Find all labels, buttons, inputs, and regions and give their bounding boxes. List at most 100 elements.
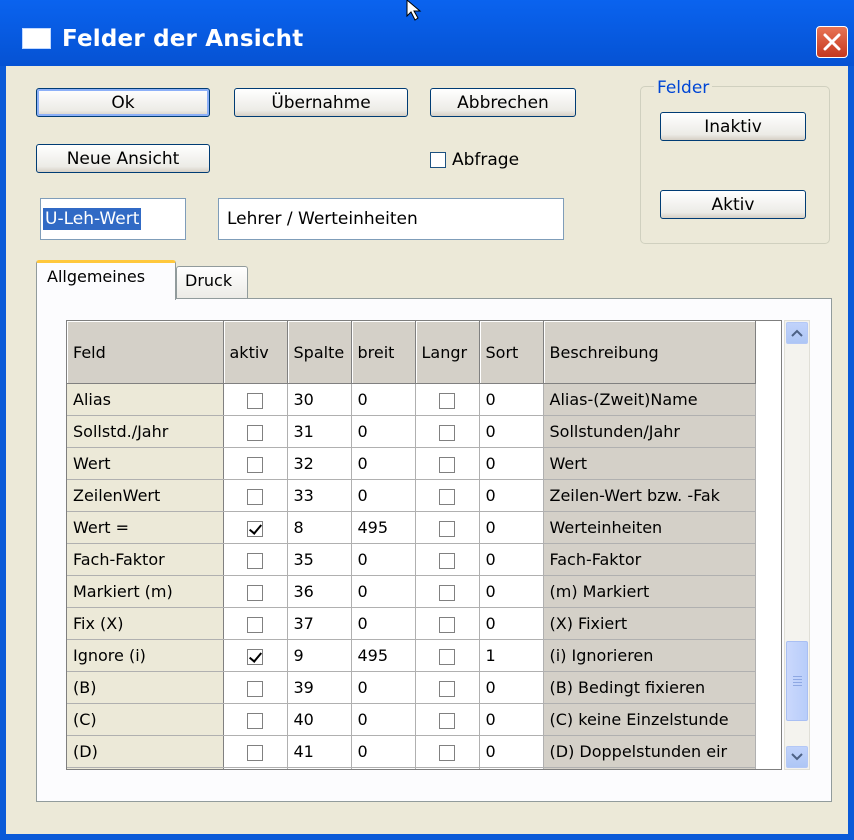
table-row[interactable]: (D) 41 0 0 (D) Doppelstunden eir	[67, 735, 756, 768]
cell-feld[interactable]: Ignore (i)	[67, 639, 224, 672]
cell-spalte[interactable]: 33	[287, 479, 352, 512]
lang-checkbox[interactable]	[439, 712, 455, 729]
cell-breit[interactable]: 0	[351, 607, 416, 640]
view-long-name-input[interactable]: Lehrer / Werteinheiten	[218, 198, 564, 240]
cell-sort[interactable]: 0	[479, 447, 544, 480]
cell-sort[interactable]: 0	[479, 607, 544, 640]
cell-feld[interactable]: (C)	[67, 703, 224, 736]
cell-feld[interactable]: Markiert (m)	[67, 575, 224, 608]
lang-checkbox[interactable]	[439, 552, 455, 569]
close-button[interactable]	[816, 26, 848, 58]
cell-spalte[interactable]: 8	[287, 511, 352, 544]
active-button[interactable]: Aktiv	[660, 190, 806, 219]
cell-breit[interactable]: 495	[351, 639, 416, 672]
cell-breit[interactable]: 495	[351, 511, 416, 544]
table-row[interactable]: (C) 40 0 0 (C) keine Einzelstunde	[67, 703, 756, 736]
aktiv-checkbox[interactable]	[247, 584, 263, 601]
scroll-up-button[interactable]	[786, 322, 808, 344]
cell-breit[interactable]: 0	[351, 767, 416, 769]
lang-checkbox[interactable]	[439, 424, 455, 441]
cell-sort[interactable]: 0	[479, 575, 544, 608]
cell-spalte[interactable]: 32	[287, 447, 352, 480]
column-header-lang[interactable]: Langr	[415, 321, 480, 384]
column-header-sort[interactable]: Sort	[479, 321, 544, 384]
lang-checkbox[interactable]	[439, 744, 455, 761]
cell-breit[interactable]: 0	[351, 447, 416, 480]
cell-spalte[interactable]: 42	[287, 767, 352, 769]
cell-sort[interactable]: 0	[479, 479, 544, 512]
lang-checkbox[interactable]	[439, 488, 455, 505]
vertical-scrollbar[interactable]	[784, 320, 810, 770]
aktiv-checkbox[interactable]	[247, 744, 263, 761]
cell-spalte[interactable]: 30	[287, 383, 352, 416]
cell-sort[interactable]: 0	[479, 383, 544, 416]
lang-checkbox[interactable]	[439, 392, 455, 409]
column-header-beschreibung[interactable]: Beschreibung	[543, 321, 756, 384]
cell-feld[interactable]: ZeilenWert	[67, 479, 224, 512]
aktiv-checkbox[interactable]	[247, 616, 263, 633]
cell-spalte[interactable]: 39	[287, 671, 352, 704]
cell-spalte[interactable]: 36	[287, 575, 352, 608]
cancel-button[interactable]: Abbrechen	[430, 88, 576, 117]
cell-sort[interactable]: 1	[479, 639, 544, 672]
cell-breit[interactable]: 0	[351, 479, 416, 512]
cell-spalte[interactable]: 35	[287, 543, 352, 576]
cell-sort[interactable]: 0	[479, 543, 544, 576]
table-row[interactable]: Wert = 8 495 0 Werteinheiten	[67, 511, 756, 544]
cell-feld[interactable]: (D)	[67, 735, 224, 768]
table-row[interactable]: ZeilenWert 33 0 0 Zeilen-Wert bzw. -Fak	[67, 479, 756, 512]
column-header-spalte[interactable]: Spalte	[287, 321, 352, 384]
tab-druck[interactable]: Druck	[176, 266, 248, 298]
aktiv-checkbox[interactable]	[247, 680, 263, 697]
cell-feld[interactable]: Wert =	[67, 511, 224, 544]
cell-sort[interactable]: 0	[479, 735, 544, 768]
scroll-thumb[interactable]	[786, 641, 808, 721]
aktiv-checkbox[interactable]	[247, 648, 263, 665]
cell-spalte[interactable]: 9	[287, 639, 352, 672]
aktiv-checkbox[interactable]	[247, 488, 263, 505]
ok-button[interactable]: Ok	[36, 88, 210, 117]
cell-spalte[interactable]: 37	[287, 607, 352, 640]
tab-allgemeines[interactable]: Allgemeines	[36, 260, 176, 300]
table-row[interactable]: Sollstd./Jahr 31 0 0 Sollstunden/Jahr	[67, 415, 756, 448]
table-row[interactable]: (E)4200(E) Doppelst. über *-P.	[67, 767, 756, 769]
column-header-breit[interactable]: breit	[351, 321, 416, 384]
cell-feld[interactable]: Wert	[67, 447, 224, 480]
table-row[interactable]: Ignore (i) 9 495 1 (i) Ignorieren	[67, 639, 756, 672]
table-row[interactable]: Wert 32 0 0 Wert	[67, 447, 756, 480]
cell-sort[interactable]: 0	[479, 511, 544, 544]
cell-feld[interactable]: (B)	[67, 671, 224, 704]
cell-breit[interactable]: 0	[351, 735, 416, 768]
lang-checkbox[interactable]	[439, 616, 455, 633]
cell-sort[interactable]: 0	[479, 703, 544, 736]
cell-sort[interactable]: 0	[479, 671, 544, 704]
table-row[interactable]: Markiert (m) 36 0 0 (m) Markiert	[67, 575, 756, 608]
column-header-feld[interactable]: Feld	[67, 321, 224, 384]
table-row[interactable]: Fix (X) 37 0 0 (X) Fixiert	[67, 607, 756, 640]
aktiv-checkbox[interactable]	[247, 424, 263, 441]
cell-feld[interactable]: Sollstd./Jahr	[67, 415, 224, 448]
cell-feld[interactable]: Alias	[67, 383, 224, 416]
table-row[interactable]: Fach-Faktor 35 0 0 Fach-Faktor	[67, 543, 756, 576]
cell-breit[interactable]: 0	[351, 703, 416, 736]
inactive-button[interactable]: Inaktiv	[660, 112, 806, 141]
cell-spalte[interactable]: 40	[287, 703, 352, 736]
cell-breit[interactable]: 0	[351, 415, 416, 448]
aktiv-checkbox[interactable]	[247, 456, 263, 473]
column-header-aktiv[interactable]: aktiv	[223, 321, 288, 384]
cell-breit[interactable]: 0	[351, 383, 416, 416]
cell-breit[interactable]: 0	[351, 671, 416, 704]
apply-button[interactable]: Übernahme	[234, 88, 408, 117]
table-row[interactable]: Alias 30 0 0 Alias-(Zweit)Name	[67, 383, 756, 416]
lang-checkbox[interactable]	[439, 680, 455, 697]
aktiv-checkbox[interactable]	[247, 392, 263, 409]
cell-sort[interactable]: 0	[479, 767, 544, 769]
lang-checkbox[interactable]	[439, 520, 455, 537]
cell-breit[interactable]: 0	[351, 575, 416, 608]
view-short-name-input[interactable]: U-Leh-Wert	[40, 198, 186, 240]
aktiv-checkbox[interactable]	[247, 520, 263, 537]
cell-breit[interactable]: 0	[351, 543, 416, 576]
cell-feld[interactable]: (E)	[67, 767, 224, 769]
aktiv-checkbox[interactable]	[247, 552, 263, 569]
lang-checkbox[interactable]	[439, 648, 455, 665]
